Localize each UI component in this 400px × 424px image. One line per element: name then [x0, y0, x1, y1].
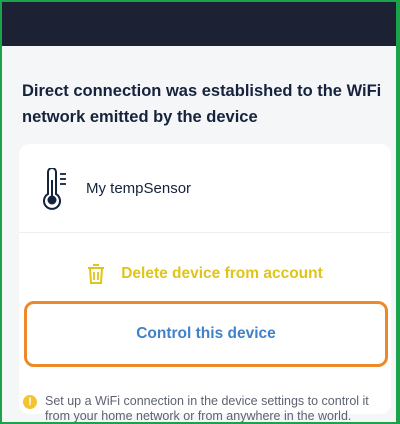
control-device-label: Control this device: [136, 325, 276, 342]
device-row[interactable]: My tempSensor: [19, 144, 391, 232]
app-frame: Direct connection was established to the…: [0, 0, 400, 424]
connection-status-title: Direct connection was established to the…: [22, 82, 382, 126]
device-name: My tempSensor: [86, 180, 192, 197]
control-device-button[interactable]: Control this device: [24, 301, 388, 367]
top-app-bar: [2, 2, 396, 46]
trash-icon: [88, 264, 105, 284]
notice-text: Set up a WiFi connection in the device s…: [45, 394, 369, 423]
delete-device-button[interactable]: Delete device from account: [19, 248, 391, 300]
thermometer-icon: [43, 168, 66, 210]
divider: [19, 232, 391, 233]
delete-device-label: Delete device from account: [121, 265, 323, 282]
wifi-setup-notice: ! Set up a WiFi connection in the device…: [23, 394, 395, 423]
info-icon: !: [23, 395, 37, 409]
device-card: My tempSensor Delete device from account…: [19, 144, 391, 414]
